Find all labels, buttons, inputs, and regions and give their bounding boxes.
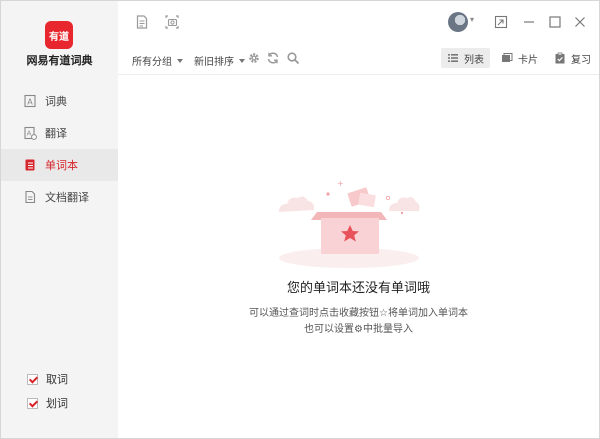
app-window: 有道 网易有道词典 A 词典 A 翻译 单词本 文档翻译 取词 划词 ▾ 所有分…: [0, 0, 600, 439]
svg-text:A: A: [27, 130, 32, 138]
option-select-word[interactable]: 划词: [27, 391, 68, 415]
close-icon[interactable]: [573, 14, 587, 28]
search-icon[interactable]: [286, 51, 300, 65]
empty-state-hint-line2: 也可以设置⚙中批量导入: [304, 324, 413, 335]
sync-icon[interactable]: [266, 51, 280, 65]
user-avatar[interactable]: [448, 12, 468, 32]
sort-order-label: 新旧排序: [194, 57, 234, 68]
sidebar-nav: A 词典 A 翻译 单词本 文档翻译: [1, 85, 118, 213]
sidebar-item-label: 词典: [45, 95, 67, 108]
sidebar-item-label: 单词本: [45, 159, 78, 172]
clipboard-check-icon: [555, 52, 565, 64]
checkbox-checked-icon[interactable]: [27, 397, 38, 409]
sidebar: 有道 网易有道词典 A 词典 A 翻译 单词本 文档翻译 取词 划词: [1, 1, 118, 438]
caret-down-icon: [177, 58, 183, 63]
list-icon: [448, 54, 458, 62]
sidebar-item-label: 翻译: [45, 127, 67, 140]
option-label: 取词: [46, 373, 68, 386]
review-button[interactable]: 复习: [548, 48, 597, 68]
sidebar-item-dictionary[interactable]: A 词典: [1, 85, 118, 117]
app-logo: 有道: [45, 21, 73, 49]
gear-icon[interactable]: [247, 51, 261, 65]
wordbook-icon: [23, 158, 37, 172]
review-label: 复习: [571, 54, 591, 66]
caret-down-icon: [239, 58, 245, 63]
checkbox-checked-icon[interactable]: [27, 373, 38, 385]
minimize-icon[interactable]: [522, 14, 536, 28]
option-label: 划词: [46, 397, 68, 410]
translate-icon: A: [23, 126, 37, 140]
option-capture-word[interactable]: 取词: [27, 367, 68, 391]
screenshot-translate-icon[interactable]: [164, 14, 180, 30]
wordbook-toolbar: 所有分组 新旧排序 列表 卡片 复习: [118, 43, 599, 75]
sidebar-item-translate[interactable]: A 翻译: [1, 117, 118, 149]
document-icon: [23, 190, 37, 204]
sidebar-item-label: 文档翻译: [45, 191, 89, 204]
capture-options: 取词 划词: [27, 367, 68, 415]
group-filter-label: 所有分组: [132, 57, 172, 68]
sidebar-item-document-translate[interactable]: 文档翻译: [1, 181, 118, 213]
mini-mode-icon[interactable]: [494, 14, 508, 29]
app-name: 网易有道词典: [26, 54, 93, 67]
maximize-icon[interactable]: [548, 14, 562, 28]
chevron-down-icon[interactable]: ▾: [470, 15, 474, 24]
sidebar-item-wordbook[interactable]: 单词本: [1, 149, 118, 181]
sort-order-dropdown[interactable]: 新旧排序: [194, 53, 245, 68]
view-list-label: 列表: [464, 54, 484, 66]
svg-text:+: +: [337, 179, 344, 188]
empty-state-title: 您的单词本还没有单词哦: [286, 281, 430, 296]
svg-text:A: A: [27, 98, 33, 107]
view-card-label: 卡片: [518, 54, 538, 66]
dictionary-icon: A: [23, 94, 37, 108]
card-icon: [502, 53, 513, 62]
title-bar: ▾: [118, 1, 599, 43]
view-card-button[interactable]: 卡片: [495, 48, 544, 68]
empty-wordbook-illustration: +: [279, 179, 420, 268]
group-filter-dropdown[interactable]: 所有分组: [132, 53, 183, 68]
view-list-button[interactable]: 列表: [441, 48, 490, 68]
empty-state-hint-line1: 可以通过查词时点击收藏按钮☆将单词加入单词本: [249, 308, 468, 319]
text-capture-icon[interactable]: [134, 14, 150, 30]
